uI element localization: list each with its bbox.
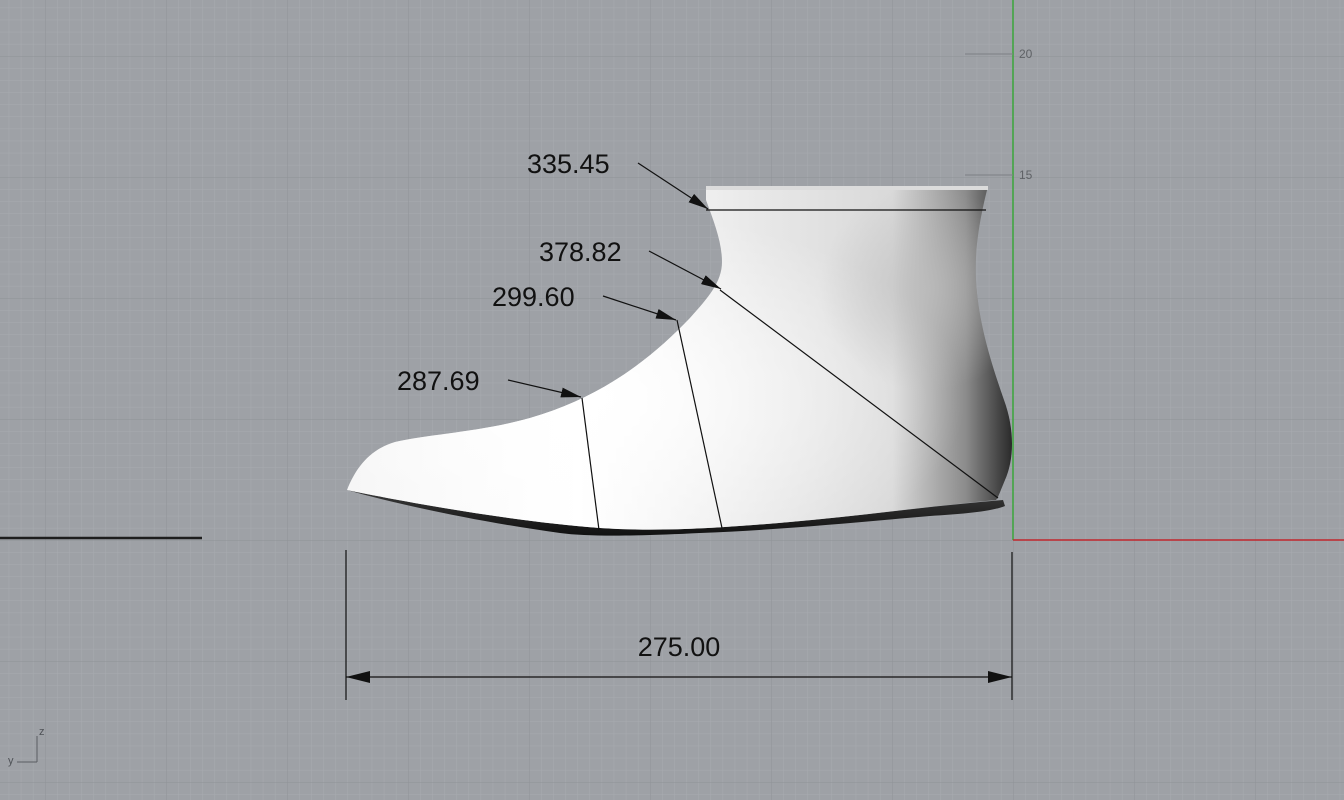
dim-label-girth-heel[interactable]: 378.82 (539, 237, 622, 267)
dim-label-girth-top[interactable]: 335.45 (527, 149, 610, 179)
axis-widget-y-label: y (8, 755, 14, 767)
viewport-canvas[interactable]: 20 15 335.45 378.82 299.60 287.69 275.00… (0, 0, 1344, 800)
dim-label-length[interactable]: 275.00 (638, 632, 721, 662)
ruler-label-20: 20 (1019, 47, 1033, 61)
dim-label-girth-instep[interactable]: 299.60 (492, 282, 575, 312)
axis-widget-z-label: z (39, 726, 45, 738)
ruler-label-15: 15 (1019, 168, 1033, 182)
perspective-viewport[interactable]: 20 15 335.45 378.82 299.60 287.69 275.00… (0, 0, 1344, 800)
boot-top-rim (706, 186, 988, 190)
dim-label-girth-ball[interactable]: 287.69 (397, 366, 480, 396)
